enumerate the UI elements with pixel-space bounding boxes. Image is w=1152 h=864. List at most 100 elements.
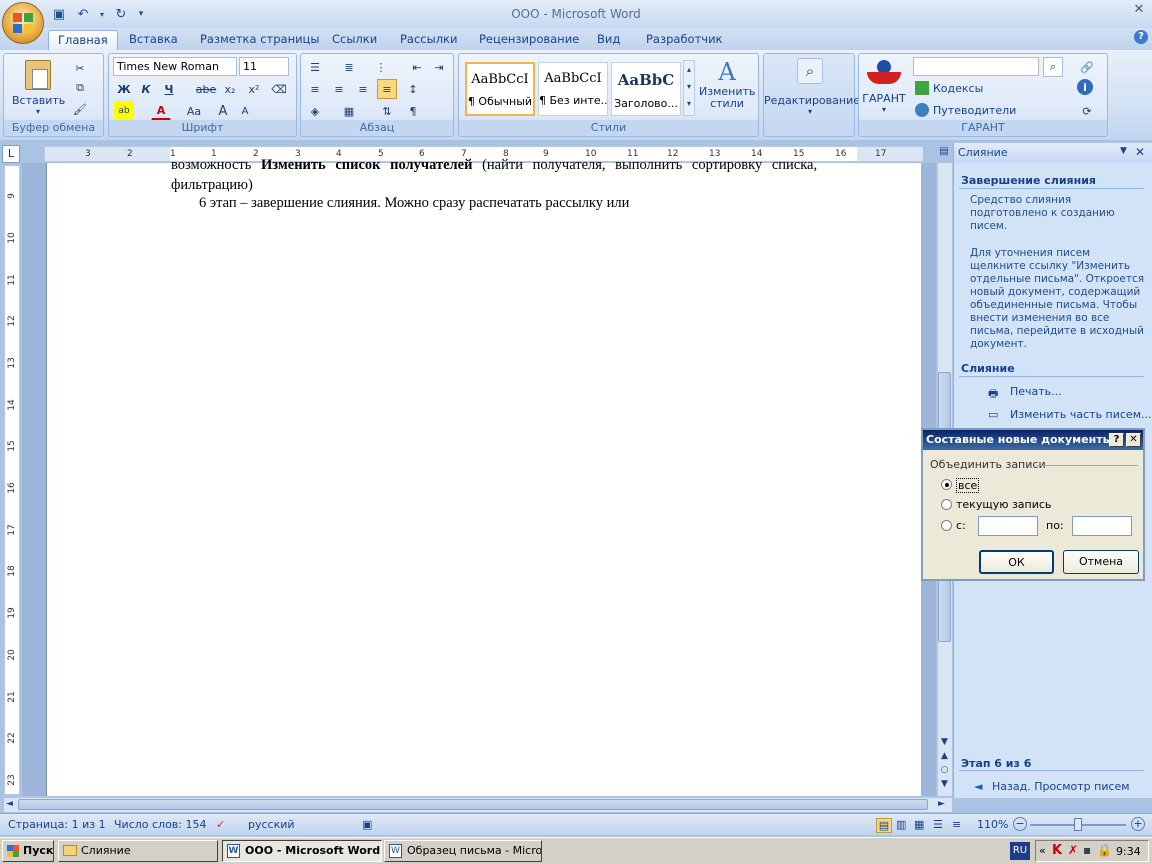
style-normal[interactable]: AaBbCcI ¶ Обычный bbox=[465, 62, 535, 116]
tab-view[interactable]: Вид bbox=[588, 30, 629, 50]
language-indicator[interactable]: RU bbox=[1010, 842, 1030, 860]
tab-review[interactable]: Рецензирование bbox=[470, 30, 588, 50]
shading-icon[interactable]: ◈ bbox=[305, 101, 325, 121]
undo-dropdown-icon[interactable]: ▾ bbox=[98, 5, 106, 23]
underline-button[interactable]: Ч bbox=[159, 79, 179, 99]
subscript-button[interactable]: x₂ bbox=[220, 79, 240, 99]
scroll-down-icon[interactable]: ▼ bbox=[938, 735, 951, 749]
styles-scroll[interactable]: ▴ ▾ ▾ bbox=[683, 60, 695, 116]
radio-from[interactable] bbox=[941, 520, 952, 531]
link-icon[interactable]: 🔗 bbox=[1077, 57, 1097, 77]
page-count[interactable]: Страница: 1 из 1 bbox=[8, 818, 106, 831]
cut-icon[interactable]: ✂ bbox=[70, 58, 90, 78]
pane-close-icon[interactable]: ✕ bbox=[1135, 145, 1145, 159]
change-styles-button[interactable]: A Изменить стили bbox=[699, 58, 755, 110]
previous-page-icon[interactable]: ▲ bbox=[938, 749, 951, 763]
vertical-ruler[interactable]: 9 10 11 12 13 14 15 16 17 18 19 20 21 22… bbox=[4, 165, 20, 795]
clock[interactable]: 9:34 bbox=[1116, 845, 1141, 858]
draft-view-icon[interactable]: ≡ bbox=[952, 818, 961, 831]
undo-icon[interactable]: ↶ bbox=[74, 5, 92, 23]
increase-indent-icon[interactable]: ⇥ bbox=[429, 57, 449, 77]
align-left-icon[interactable]: ≡ bbox=[305, 79, 325, 99]
superscript-button[interactable]: x² bbox=[244, 79, 264, 99]
info-icon[interactable]: i bbox=[1077, 79, 1093, 95]
office-button[interactable] bbox=[2, 2, 44, 44]
horizontal-scroll-thumb[interactable] bbox=[18, 799, 928, 810]
ok-button[interactable]: ОК bbox=[979, 550, 1054, 574]
tray-expand-icon[interactable]: « bbox=[1039, 844, 1046, 857]
strikethrough-button[interactable]: abe bbox=[194, 79, 218, 99]
tab-selector[interactable]: L bbox=[2, 145, 20, 163]
network-icon[interactable]: ▪ bbox=[1083, 843, 1091, 857]
horizontal-scrollbar[interactable]: ◄ ► bbox=[4, 797, 952, 812]
tab-references[interactable]: Ссылки bbox=[323, 30, 386, 50]
italic-button[interactable]: К bbox=[136, 79, 156, 99]
clear-formatting-icon[interactable]: ⌫ bbox=[269, 79, 289, 99]
numbering-icon[interactable]: ≣ bbox=[339, 57, 359, 77]
antivirus-icon[interactable]: K bbox=[1052, 843, 1062, 858]
bold-button[interactable]: Ж bbox=[114, 79, 134, 99]
bullets-icon[interactable]: ☰ bbox=[305, 57, 325, 77]
highlight-icon[interactable]: ab bbox=[114, 101, 134, 121]
pane-menu-icon[interactable]: ▼ bbox=[1120, 146, 1127, 156]
edit-letters-link[interactable]: Изменить часть писем... bbox=[1010, 408, 1152, 421]
scroll-left-icon[interactable]: ◄ bbox=[6, 799, 13, 809]
help-icon[interactable]: ? bbox=[1134, 30, 1148, 44]
dialog-close-icon[interactable]: ✕ bbox=[1126, 433, 1141, 447]
radio-current[interactable] bbox=[941, 499, 952, 510]
codex-button[interactable]: Кодексы bbox=[915, 81, 983, 95]
cancel-button[interactable]: Отмена bbox=[1063, 550, 1139, 574]
change-case-button[interactable]: Aa bbox=[181, 101, 207, 121]
style-no-spacing[interactable]: AaBbCcI ¶ Без инте... bbox=[538, 62, 608, 116]
print-link[interactable]: Печать... bbox=[1010, 385, 1062, 398]
zoom-level[interactable]: 110% bbox=[977, 818, 1008, 831]
copy-icon[interactable]: ⧉ bbox=[70, 78, 90, 98]
tray-tool-icon[interactable]: ✗ bbox=[1068, 843, 1078, 857]
taskbar-item-word[interactable]: W OOO - Microsoft Word bbox=[222, 840, 382, 862]
paste-button[interactable]: Вставить ▾ bbox=[12, 58, 65, 116]
browse-object-icon[interactable]: ○ bbox=[938, 763, 951, 777]
guides-button[interactable]: Путеводители bbox=[915, 103, 1016, 117]
redo-icon[interactable]: ↻ bbox=[112, 5, 130, 23]
garant-search-input[interactable] bbox=[913, 57, 1039, 76]
tab-developer[interactable]: Разработчик bbox=[637, 30, 732, 50]
garant-button[interactable]: ГАРАНТ ▾ bbox=[861, 60, 907, 114]
full-screen-view-icon[interactable]: ▥ bbox=[896, 818, 906, 831]
to-field[interactable] bbox=[1072, 516, 1132, 536]
align-right-icon[interactable]: ≡ bbox=[353, 79, 373, 99]
save-icon[interactable]: ▣ bbox=[50, 5, 68, 23]
zoom-in-icon[interactable]: + bbox=[1131, 817, 1145, 831]
taskbar-item-letter[interactable]: W Образец письма - Micro... bbox=[384, 840, 542, 862]
line-spacing-icon[interactable]: ↕ bbox=[403, 79, 423, 99]
style-heading[interactable]: AaBbC Заголово... bbox=[611, 62, 681, 116]
start-button[interactable]: Пуск bbox=[2, 840, 54, 862]
document-page[interactable]: возможность Изменить список получателей … bbox=[46, 157, 921, 796]
shrink-font-button[interactable]: A bbox=[235, 101, 255, 121]
tab-mailings[interactable]: Рассылки bbox=[391, 30, 466, 50]
align-center-icon[interactable]: ≡ bbox=[329, 79, 349, 99]
word-count[interactable]: Число слов: 154 bbox=[114, 818, 207, 831]
back-link[interactable]: Назад. Просмотр писем bbox=[992, 780, 1130, 793]
font-name-box[interactable]: Times New Roman bbox=[113, 57, 237, 76]
next-page-icon[interactable]: ▼ bbox=[938, 777, 951, 791]
lock-icon[interactable]: 🔒 bbox=[1097, 843, 1112, 857]
zoom-slider-thumb[interactable] bbox=[1074, 818, 1082, 831]
close-icon[interactable]: ✕ bbox=[1130, 2, 1148, 18]
tab-page-layout[interactable]: Разметка страницы bbox=[191, 30, 328, 50]
justify-icon[interactable]: ≡ bbox=[377, 79, 397, 99]
tab-insert[interactable]: Вставка bbox=[120, 30, 187, 50]
editing-button[interactable]: ⌕ Редактирование ▾ bbox=[764, 58, 860, 116]
outline-view-icon[interactable]: ☰ bbox=[933, 818, 943, 831]
print-layout-view-icon[interactable]: ▤ bbox=[876, 818, 892, 833]
sort-icon[interactable]: ⇅ bbox=[377, 101, 397, 121]
language[interactable]: русский bbox=[248, 818, 295, 831]
from-field[interactable] bbox=[978, 516, 1038, 536]
radio-all[interactable] bbox=[941, 479, 952, 490]
macro-record-icon[interactable]: ▣ bbox=[362, 818, 372, 831]
font-size-box[interactable]: 11 bbox=[239, 57, 289, 76]
decrease-indent-icon[interactable]: ⇤ bbox=[407, 57, 427, 77]
tab-home[interactable]: Главная bbox=[48, 30, 118, 50]
update-icon[interactable]: ⟳ bbox=[1077, 101, 1097, 121]
dialog-help-icon[interactable]: ? bbox=[1109, 433, 1124, 447]
proofing-icon[interactable]: ✓ bbox=[216, 818, 225, 831]
